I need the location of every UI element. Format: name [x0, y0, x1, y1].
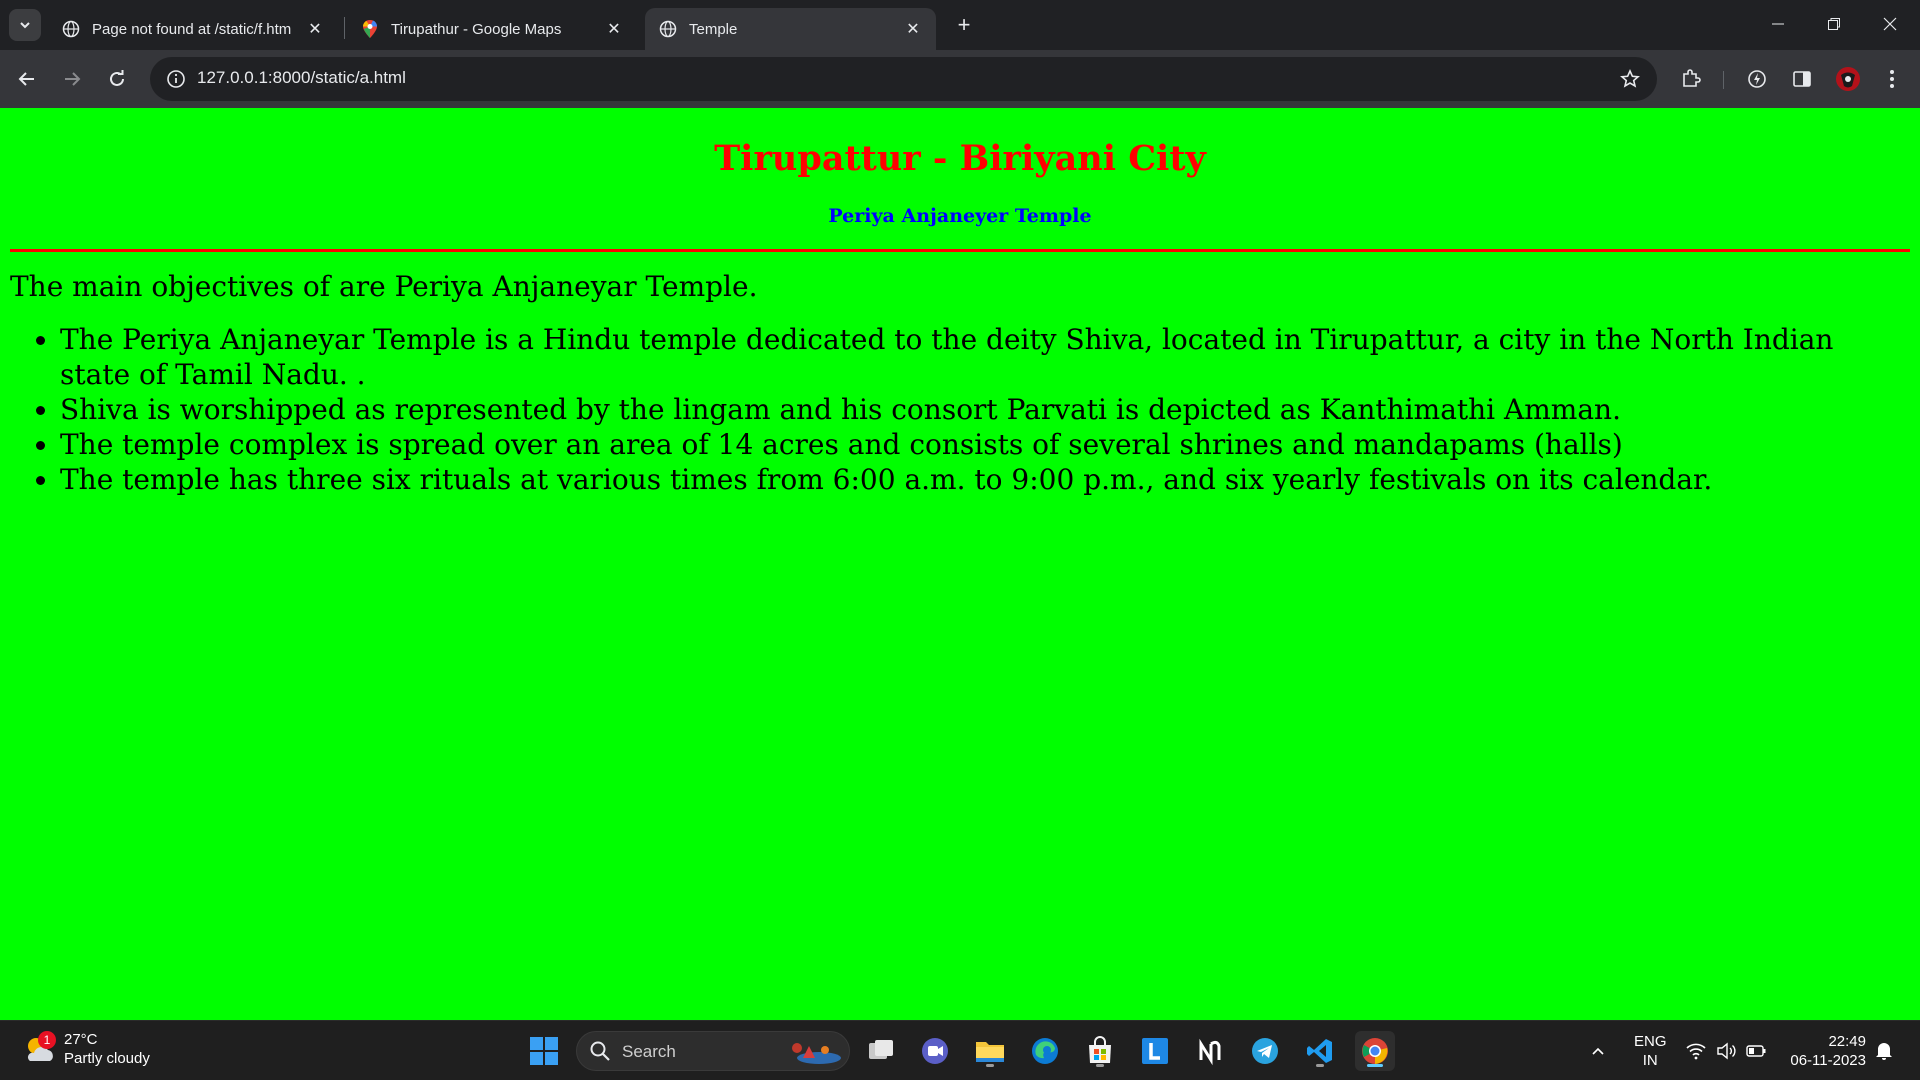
close-icon[interactable]: ✕	[306, 20, 324, 38]
reload-icon	[110, 70, 124, 86]
list-item: Shiva is worshipped as represented by th…	[60, 392, 1910, 427]
arrow-left-icon	[18, 72, 34, 86]
divider-rule	[10, 249, 1910, 252]
system-tray[interactable]	[1686, 1021, 1766, 1080]
extensions-icon[interactable]	[1676, 64, 1706, 94]
forward-button[interactable]	[55, 62, 89, 96]
search-highlight-icon	[792, 1043, 841, 1064]
plus-icon: +	[957, 12, 971, 37]
weather-widget[interactable]: 1 27°C Partly cloudy	[20, 1029, 150, 1069]
url-text[interactable]: 127.0.0.1:8000/static/a.html	[197, 68, 406, 88]
profile-avatar[interactable]	[1833, 64, 1863, 94]
chevron-down-icon	[20, 22, 30, 29]
windows-start-icon[interactable]	[524, 1031, 564, 1071]
tab-title: Tirupathur - Google Maps	[391, 20, 562, 38]
arrow-right-icon	[65, 72, 81, 86]
restore-button[interactable]	[1806, 0, 1862, 48]
chrome-icon[interactable]	[1355, 1031, 1395, 1071]
list-item: The Periya Anjaneyar Temple is a Hindu t…	[60, 322, 1910, 392]
running-indicator	[1096, 1064, 1104, 1067]
clock-date: 06-11-2023	[1790, 1052, 1866, 1069]
page-title: Tirupattur - Biriyani City	[714, 138, 1206, 179]
taskbar-search[interactable]: Search	[576, 1031, 850, 1071]
volume-icon	[1717, 1042, 1736, 1060]
notifications-button[interactable]	[1875, 1021, 1893, 1080]
edge-icon[interactable]	[1025, 1031, 1065, 1071]
tab-google-maps[interactable]: Tirupathur - Google Maps ✕	[347, 8, 637, 50]
language-code: ENG	[1634, 1033, 1667, 1050]
taskbar: 1 27°C Partly cloudy Search ENG IN 22:49…	[0, 1020, 1920, 1080]
region-code: IN	[1642, 1052, 1658, 1069]
store-icon[interactable]	[1080, 1031, 1120, 1071]
task-view-icon[interactable]	[861, 1031, 901, 1071]
maps-pin-icon	[361, 20, 379, 38]
address-bar[interactable]: 127.0.0.1:8000/static/a.html	[150, 57, 1657, 101]
active-indicator	[1367, 1064, 1383, 1067]
tab-page-not-found[interactable]: Page not found at /static/f.htm ✕	[48, 8, 338, 50]
site-info-icon[interactable]	[162, 65, 190, 93]
reload-button[interactable]	[100, 62, 134, 96]
minimize-button[interactable]	[1750, 0, 1806, 48]
intro-paragraph: The main objectives of are Periya Anjane…	[10, 270, 758, 303]
file-explorer-icon[interactable]	[970, 1031, 1010, 1071]
minimize-icon	[1772, 23, 1784, 25]
clock[interactable]: 22:49 06-11-2023	[1784, 1021, 1866, 1080]
tab-bar: Page not found at /static/f.htm ✕ Tirupa…	[0, 0, 1920, 50]
tab-divider	[344, 17, 345, 39]
l-app-icon[interactable]	[1135, 1031, 1175, 1071]
side-panel-icon[interactable]	[1787, 64, 1817, 94]
page-content: Tirupattur - Biriyani City Periya Anjane…	[0, 108, 1920, 1020]
tab-title: Page not found at /static/f.htm	[92, 20, 292, 38]
close-icon[interactable]: ✕	[904, 20, 922, 38]
globe-icon	[62, 20, 80, 38]
menu-kebab-icon[interactable]	[1877, 64, 1907, 94]
page-subtitle: Periya Anjaneyer Temple	[828, 205, 1092, 227]
close-icon	[1883, 17, 1897, 31]
language-indicator[interactable]: ENG IN	[1634, 1021, 1667, 1080]
temple-facts-list: The Periya Anjaneyar Temple is a Hindu t…	[10, 322, 1910, 497]
back-button[interactable]	[10, 62, 44, 96]
meet-icon[interactable]	[915, 1031, 955, 1071]
restore-icon	[1828, 18, 1840, 30]
close-window-button[interactable]	[1862, 0, 1918, 48]
running-indicator	[986, 1064, 994, 1067]
new-tab-button[interactable]: +	[950, 11, 978, 39]
tab-search-button[interactable]	[9, 9, 41, 41]
show-hidden-icons-button[interactable]	[1590, 1021, 1606, 1080]
running-indicator	[1316, 1064, 1324, 1067]
performance-icon[interactable]	[1742, 64, 1772, 94]
search-icon	[590, 1041, 610, 1061]
tab-temple[interactable]: Temple ✕	[645, 8, 936, 50]
weather-condition: Partly cloudy	[64, 1050, 150, 1067]
list-item: The temple has three six rituals at vari…	[60, 462, 1910, 497]
notion-icon[interactable]	[1190, 1031, 1230, 1071]
notification-badge: 1	[38, 1031, 56, 1049]
globe-icon	[659, 20, 677, 38]
list-item: The temple complex is spread over an are…	[60, 427, 1910, 462]
browser-toolbar: 127.0.0.1:8000/static/a.html	[0, 50, 1920, 108]
chevron-up-icon	[1592, 1047, 1604, 1055]
telegram-icon[interactable]	[1245, 1031, 1285, 1071]
wifi-icon	[1686, 1043, 1706, 1060]
close-icon[interactable]: ✕	[605, 20, 623, 38]
weather-temperature: 27°C	[64, 1031, 98, 1048]
bell-icon	[1876, 1043, 1892, 1060]
battery-icon	[1746, 1045, 1766, 1057]
clock-time: 22:49	[1828, 1033, 1866, 1050]
partly-cloudy-icon: 1	[20, 1029, 60, 1069]
bookmark-star-icon[interactable]	[1617, 66, 1643, 92]
toolbar-divider	[1723, 71, 1724, 89]
vscode-icon[interactable]	[1300, 1031, 1340, 1071]
tab-title: Temple	[689, 20, 738, 38]
search-label: Search	[622, 1042, 676, 1061]
